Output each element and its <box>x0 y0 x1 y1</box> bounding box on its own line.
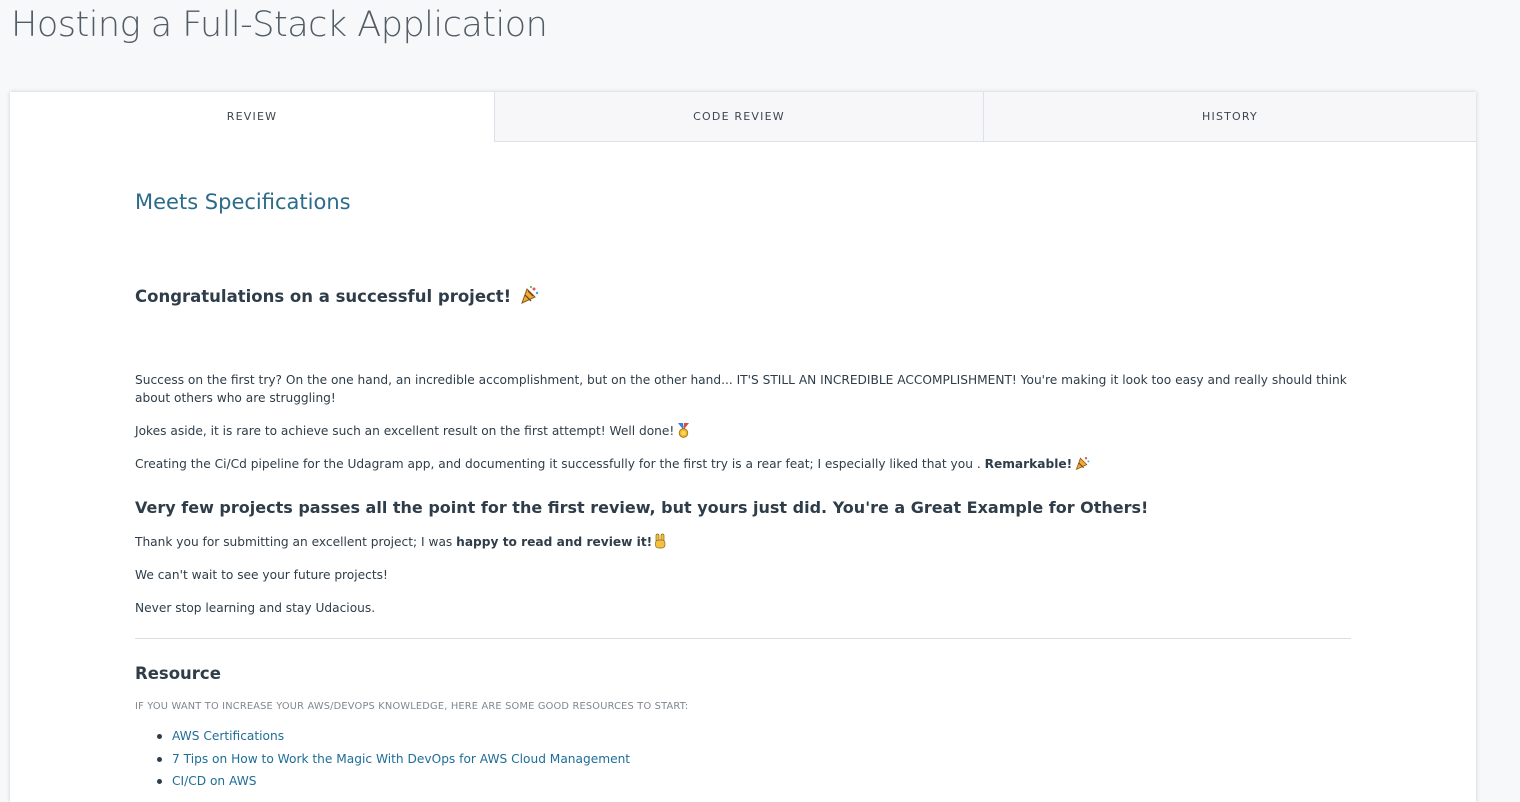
review-paragraph-1: Success on the first try? On the one han… <box>135 373 1347 405</box>
party-popper-icon <box>519 285 539 309</box>
resource-link-devops-tips[interactable]: 7 Tips on How to Work the Magic With Dev… <box>172 752 630 766</box>
review-paragraph-6: We can't wait to see your future project… <box>135 568 388 582</box>
tab-code-review[interactable]: CODE REVIEW <box>494 92 983 142</box>
page-title: Hosting a Full-Stack Application <box>11 5 548 45</box>
remarkable-text: Remarkable! <box>984 457 1073 471</box>
section-divider <box>135 638 1351 639</box>
resource-link-aws-certifications[interactable]: AWS Certifications <box>172 729 284 743</box>
happy-text: happy to read and review it! <box>456 535 653 549</box>
medal-icon <box>676 423 691 443</box>
list-item: AWS Certifications <box>156 727 630 750</box>
party-popper-icon <box>1074 455 1090 476</box>
tab-bar: REVIEW CODE REVIEW HISTORY <box>10 92 1476 142</box>
list-item: 7 Tips on How to Work the Magic With Dev… <box>156 750 630 773</box>
resource-heading: Resource <box>135 664 221 683</box>
congrats-heading: Congratulations on a successful project! <box>135 285 539 309</box>
review-paragraph-2-text: Jokes aside, it is rare to achieve such … <box>135 424 675 438</box>
resource-list: AWS Certifications 7 Tips on How to Work… <box>135 727 630 795</box>
list-item: CI/CD on AWS <box>156 772 630 795</box>
review-card: REVIEW CODE REVIEW HISTORY Meets Specifi… <box>10 92 1476 802</box>
review-paragraph-2: Jokes aside, it is rare to achieve such … <box>135 422 691 443</box>
resource-intro: IF YOU WANT TO INCREASE YOUR AWS/DEVOPS … <box>135 701 689 712</box>
review-paragraph-7: Never stop learning and stay Udacious. <box>135 601 376 615</box>
congrats-heading-text: Congratulations on a successful project! <box>135 287 512 306</box>
review-paragraph-3-text: Creating the Ci/Cd pipeline for the Udag… <box>135 457 981 471</box>
review-status: Meets Specifications <box>135 190 351 214</box>
tab-history[interactable]: HISTORY <box>983 92 1476 142</box>
tab-review[interactable]: REVIEW <box>10 92 494 142</box>
review-paragraph-5-text: Thank you for submitting an excellent pr… <box>135 535 453 549</box>
example-heading: Very few projects passes all the point f… <box>135 498 1149 517</box>
review-paragraph-3: Creating the Ci/Cd pipeline for the Udag… <box>135 455 1090 476</box>
victory-hand-icon <box>654 533 667 554</box>
resource-link-cicd-on-aws[interactable]: CI/CD on AWS <box>172 774 257 788</box>
review-paragraph-5: Thank you for submitting an excellent pr… <box>135 533 667 554</box>
